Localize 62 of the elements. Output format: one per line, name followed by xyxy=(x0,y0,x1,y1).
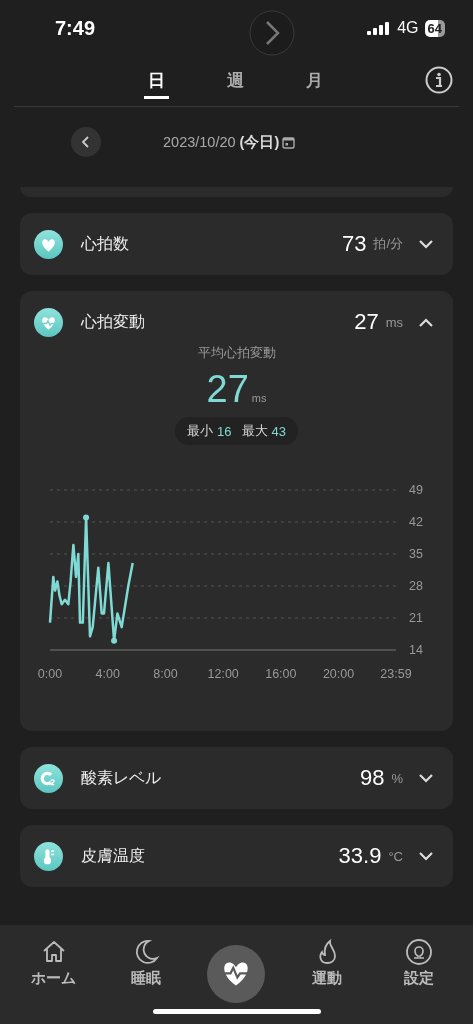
metric-value: 73 xyxy=(341,231,367,257)
back-button[interactable] xyxy=(71,127,101,157)
clock-time: 7:49 xyxy=(55,16,96,40)
axis-label: 8:00 xyxy=(153,667,178,681)
network-type: 4G xyxy=(397,19,419,37)
period-tab[interactable]: 週 xyxy=(222,69,248,99)
metric-unit: 拍/分 xyxy=(373,235,403,253)
chevron-up-icon[interactable] xyxy=(419,317,433,327)
metric-value: 33.9 xyxy=(338,843,382,869)
metric-name: 心拍数 xyxy=(81,233,130,254)
info-icon[interactable] xyxy=(425,66,453,94)
heart-pulse-icon xyxy=(34,307,63,337)
min-point xyxy=(111,637,118,644)
axis-label: 42 xyxy=(409,515,423,529)
calendar-icon[interactable] xyxy=(282,135,296,149)
metric-unit: % xyxy=(391,770,403,786)
metric-name: 酸素レベル xyxy=(81,767,162,788)
nav-item[interactable]: 設定 xyxy=(389,937,450,1003)
forward-button[interactable] xyxy=(249,10,295,56)
max-label: 最大 xyxy=(241,422,268,440)
metric-unit: °C xyxy=(388,848,403,864)
axis-label: 14 xyxy=(409,643,423,657)
min-label: 最小 xyxy=(187,422,214,440)
chevron-down-icon[interactable] xyxy=(419,773,433,783)
metric-value: 27 xyxy=(354,309,379,335)
axis-label: 16:00 xyxy=(265,667,297,681)
signal-icon xyxy=(367,21,392,35)
min-value: 16 xyxy=(217,423,232,439)
user-icon xyxy=(404,937,435,967)
axis-label: 23:59 xyxy=(380,667,412,681)
nav-item[interactable]: 運動 xyxy=(297,937,358,1003)
max-value: 43 xyxy=(271,423,286,439)
metric-card[interactable]: 心拍数 73 拍/分 xyxy=(20,213,453,275)
average-unit: ms xyxy=(251,392,267,404)
axis-label: 35 xyxy=(409,547,423,561)
average-label: 平均心拍変動 xyxy=(197,345,276,362)
axis-label: 12:00 xyxy=(207,667,239,681)
period-tab[interactable]: 日 xyxy=(143,69,169,99)
metric-name: 皮膚温度 xyxy=(81,845,146,866)
axis-label: 0:00 xyxy=(37,667,63,681)
metric-name: 心拍変動 xyxy=(81,311,146,332)
axis-label: 20:00 xyxy=(322,667,355,681)
metric-card[interactable]: 皮膚温度 33.9 °C xyxy=(20,825,453,887)
metric-value: 98 xyxy=(359,765,385,791)
chevron-down-icon[interactable] xyxy=(419,239,433,249)
average-value: 27 xyxy=(206,368,249,411)
axis-label: 49 xyxy=(409,483,423,497)
axis-label: 28 xyxy=(409,579,423,593)
axis-label: 21 xyxy=(409,611,423,625)
date-label: 2023/10/20 (今日) xyxy=(163,132,280,152)
axis-label: 4:00 xyxy=(95,667,120,681)
metric-card[interactable]: 酸素レベル 98 % xyxy=(20,747,453,809)
oxygen-icon xyxy=(34,763,63,793)
metric-unit: ms xyxy=(385,314,403,330)
battery-icon: 64 xyxy=(424,19,445,37)
thermometer-icon xyxy=(34,841,63,871)
period-tab[interactable]: 月 xyxy=(301,69,327,99)
chevron-down-icon[interactable] xyxy=(419,851,433,861)
nav-item[interactable]: ホーム xyxy=(23,937,84,1003)
nav-item[interactable]: 睡眠 xyxy=(115,937,176,1003)
metric-card[interactable]: 心拍変動 27 ms 平均心拍変動 27 ms 最小 16 最大 43 14 21 28 35 42 49 0:00 4:00 8:00 12:00 16:00 20:00 23:59 xyxy=(20,291,453,731)
max-point xyxy=(83,514,90,521)
